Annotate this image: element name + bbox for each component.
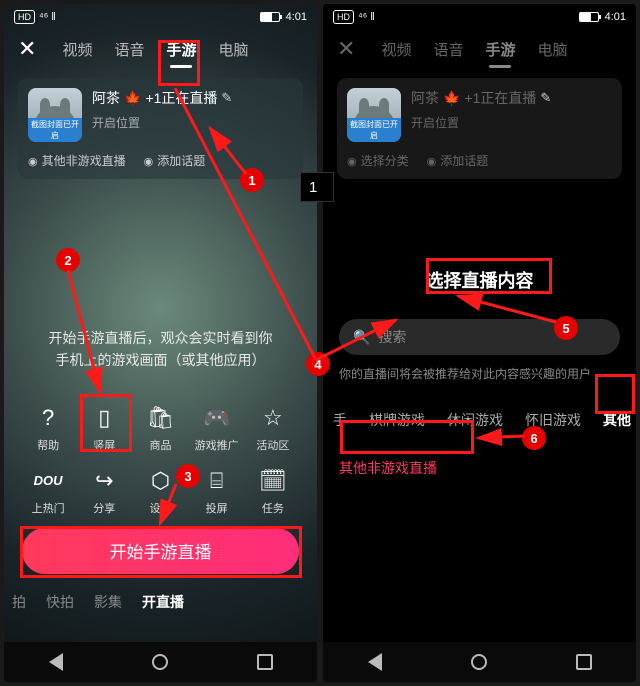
instructions-text: 开始手游直播后，观众会实时看到你 手机上的游戏画面（或其他应用） (4, 327, 317, 372)
calendar-icon: 🗓 (259, 467, 287, 495)
dou-icon: DOU (34, 467, 62, 495)
bag-icon: 🛍 (146, 404, 174, 432)
search-placeholder: 搜索 (378, 327, 406, 347)
clock: 4:01 (605, 11, 626, 23)
portrait-button[interactable]: ▯竖屏 (80, 404, 128, 453)
edit-icon[interactable]: ✎ (540, 90, 551, 106)
thumb-label: 截图封面已开启 (347, 118, 401, 142)
task-button[interactable]: 🗓任务 (249, 467, 297, 516)
tab-video[interactable]: 视频 (381, 39, 411, 60)
tab-voice[interactable]: 语音 (433, 39, 463, 60)
gamepad-icon: 🎮 (203, 404, 231, 432)
nav-recent-icon[interactable] (257, 654, 273, 670)
tool-row-2: DOU上热门 ↪分享 ⬡设置 ⌸投屏 🗓任务 (4, 467, 317, 516)
nav-home-icon[interactable] (152, 654, 168, 670)
category-tabs: 手 棋牌游戏 休闲游戏 怀旧游戏 其他 (329, 410, 636, 430)
help-icon: ? (34, 404, 62, 432)
cast-icon: ⌸ (203, 467, 231, 495)
start-live-button[interactable]: 开始手游直播 (22, 528, 299, 574)
hd-icon: HD (333, 10, 354, 24)
signal-text: ⁴⁶ ‖ (358, 11, 375, 23)
bt-movie[interactable]: 影集 (94, 592, 122, 612)
activity-button[interactable]: ☆活动区 (249, 404, 297, 453)
cover-thumb[interactable]: 截图封面已开启 (347, 88, 401, 142)
android-navbar (4, 642, 317, 682)
share-icon: ↪ (90, 467, 118, 495)
add-topic[interactable]: 添加话题 (427, 152, 489, 169)
category-other-nongame[interactable]: 其他非游戏直播 (28, 152, 126, 169)
cat-casual[interactable]: 休闲游戏 (443, 410, 507, 430)
stream-info-card: 截图封面已开启 阿茶 🍁 +1正在直播 ✎ 开启位置 选择分类 添加话题 (337, 78, 622, 179)
tab-mobile-game[interactable]: 手游 (485, 39, 515, 60)
portrait-icon: ▯ (90, 404, 118, 432)
nav-home-icon[interactable] (471, 654, 487, 670)
share-button[interactable]: ↪分享 (80, 467, 128, 516)
leaf-icon: 🍁 (124, 90, 141, 107)
bt-shoot[interactable]: 拍 (12, 592, 26, 612)
search-input[interactable]: 🔍 搜索 (339, 319, 620, 355)
close-icon[interactable]: ✕ (18, 36, 36, 62)
cat-board[interactable]: 棋牌游戏 (365, 410, 429, 430)
tab-voice[interactable]: 语音 (114, 39, 144, 60)
goods-button[interactable]: 🛍商品 (136, 404, 184, 453)
item-other-nongame[interactable]: 其他非游戏直播 (339, 458, 620, 478)
clock: 4:01 (286, 11, 307, 23)
bt-live[interactable]: 开直播 (142, 592, 184, 612)
tab-pc[interactable]: 电脑 (537, 39, 567, 60)
stream-title[interactable]: 阿茶 🍁 +1正在直播 ✎ (92, 88, 293, 108)
android-navbar (323, 642, 636, 682)
mode-tabs: ✕ 视频 语音 手游 电脑 (323, 30, 636, 72)
cat-other[interactable]: 其他 (599, 410, 635, 430)
search-icon: 🔍 (353, 329, 370, 346)
stream-info-card: 截图封面已开启 阿茶 🍁 +1正在直播 ✎ 开启位置 其他非游戏直播 添加话题 (18, 78, 303, 179)
hot-button[interactable]: DOU上热门 (24, 467, 72, 516)
modal-title: 选择直播内容 (323, 267, 636, 293)
leaf-icon: 🍁 (443, 90, 460, 107)
start-location[interactable]: 开启位置 (92, 114, 293, 131)
tab-mobile-game[interactable]: 手游 (166, 39, 196, 60)
nav-recent-icon[interactable] (576, 654, 592, 670)
help-button[interactable]: ?帮助 (24, 404, 72, 453)
phone-right: HD ⁴⁶ ‖ 4:01 ✕ 视频 语音 手游 电脑 截图封面已开启 (323, 4, 636, 682)
gear-icon: ⬡ (146, 467, 174, 495)
status-bar: HD ⁴⁶ ‖ 4:01 (323, 4, 636, 30)
settings-button[interactable]: ⬡设置 (136, 467, 184, 516)
tool-row-1: ?帮助 ▯竖屏 🛍商品 🎮游戏推广 ☆活动区 (4, 404, 317, 453)
nav-back-icon[interactable] (49, 653, 63, 671)
battery-icon (579, 12, 599, 22)
game-rec-button[interactable]: 🎮游戏推广 (193, 404, 241, 453)
close-icon[interactable]: ✕ (337, 36, 355, 62)
tab-pc[interactable]: 电脑 (218, 39, 248, 60)
cover-thumb[interactable]: 截图封面已开启 (28, 88, 82, 142)
search-hint: 你的直播间将会被推荐给对此内容感兴趣的用户 (339, 365, 620, 382)
editor-overlay-input[interactable]: 1 (300, 172, 334, 202)
add-topic[interactable]: 添加话题 (144, 152, 206, 169)
edit-icon[interactable]: ✎ (221, 90, 232, 106)
phone-left: HD ⁴⁶ ‖ 4:01 ✕ 视频 语音 手游 电脑 截图封面已开启 (4, 4, 317, 682)
tab-video[interactable]: 视频 (62, 39, 92, 60)
signal-text: ⁴⁶ ‖ (39, 11, 56, 23)
star-icon: ☆ (259, 404, 287, 432)
start-location[interactable]: 开启位置 (411, 114, 612, 131)
thumb-label: 截图封面已开启 (28, 118, 82, 142)
cast-button[interactable]: ⌸投屏 (193, 467, 241, 516)
select-category[interactable]: 选择分类 (347, 152, 409, 169)
hd-icon: HD (14, 10, 35, 24)
battery-icon (260, 12, 280, 22)
bottom-tabs: 拍 快拍 影集 开直播 (4, 574, 317, 612)
stream-title[interactable]: 阿茶 🍁 +1正在直播 ✎ (411, 88, 612, 108)
cat-partial[interactable]: 手 (329, 410, 351, 430)
bt-quick[interactable]: 快拍 (46, 592, 74, 612)
nav-back-icon[interactable] (368, 653, 382, 671)
cat-retro[interactable]: 怀旧游戏 (521, 410, 585, 430)
status-bar: HD ⁴⁶ ‖ 4:01 (4, 4, 317, 30)
mode-tabs: ✕ 视频 语音 手游 电脑 (4, 30, 317, 72)
